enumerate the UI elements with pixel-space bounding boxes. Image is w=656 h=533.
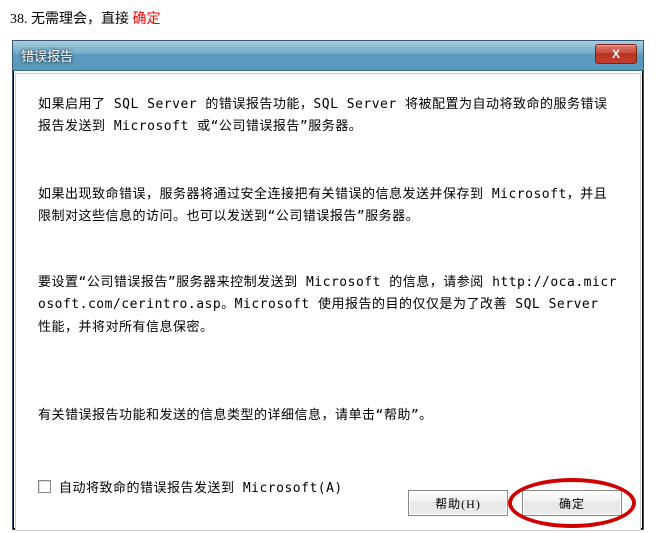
step-instruction: 38. 无需理会，直接 确定 [0, 0, 656, 36]
step-number: 38. [10, 12, 31, 27]
checkbox-unchecked-icon[interactable] [38, 480, 51, 493]
dialog-title: 错误报告 [21, 46, 73, 65]
help-button-label: 帮助(H) [435, 495, 481, 512]
step-text-black: 无需理会，直接 [31, 12, 133, 27]
dialog-titlebar[interactable]: 错误报告 X [13, 41, 643, 71]
close-button[interactable]: X [595, 44, 637, 64]
step-text-red: 确定 [133, 12, 161, 27]
paragraph-2: 如果出现致命错误，服务器将通过安全连接把有关错误的信息发送并保存到 Micros… [38, 184, 620, 228]
dialog-body: 如果启用了 SQL Server 的错误报告功能，SQL Server 将被配置… [15, 73, 641, 531]
checkbox-label: 自动将致命的错误报告发送到 Microsoft(A) [59, 477, 343, 496]
close-icon: X [612, 47, 620, 61]
paragraph-1: 如果启用了 SQL Server 的错误报告功能，SQL Server 将被配置… [38, 94, 620, 138]
paragraph-4: 有关错误报告功能和发送的信息类型的详细信息，请单击“帮助”。 [38, 405, 620, 427]
ok-button-label: 确定 [559, 495, 585, 512]
paragraph-3: 要设置“公司错误报告”服务器来控制发送到 Microsoft 的信息，请参阅 h… [38, 272, 620, 338]
help-button[interactable]: 帮助(H) [408, 490, 508, 516]
dialog-button-row: 帮助(H) 确定 [408, 490, 622, 516]
ok-button[interactable]: 确定 [522, 490, 622, 516]
error-report-dialog: 错误报告 X 如果启用了 SQL Server 的错误报告功能，SQL Serv… [12, 40, 644, 530]
